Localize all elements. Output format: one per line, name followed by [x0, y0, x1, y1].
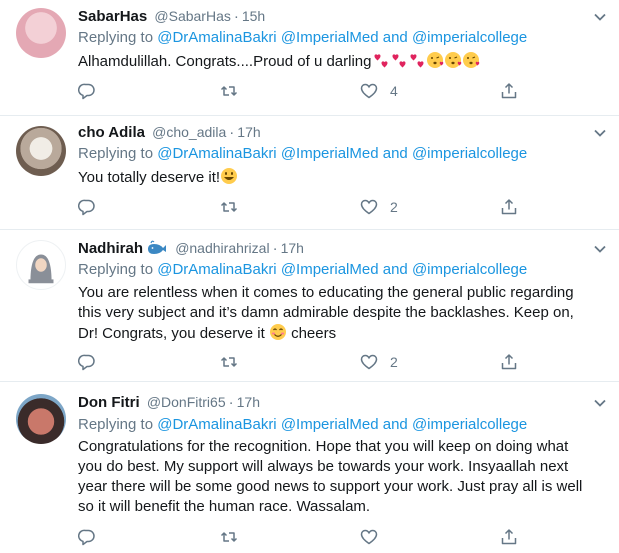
mention-link[interactable]: @ImperialMed: [281, 416, 379, 433]
avatar[interactable]: [16, 240, 66, 290]
reply-icon: [78, 83, 95, 100]
dot-separator: ·: [229, 124, 235, 141]
dot-separator: ·: [233, 8, 239, 25]
mention-link[interactable]: @DrAmalinaBakri: [157, 145, 276, 162]
grin-face-icon: [221, 168, 238, 184]
mention-link[interactable]: @imperialcollege: [412, 29, 527, 46]
two-hearts-icon: [391, 54, 406, 68]
mention-link[interactable]: @ImperialMed: [281, 29, 379, 46]
share-button[interactable]: [500, 81, 518, 101]
retweet-button[interactable]: [220, 527, 238, 547]
smile-face-icon: [269, 324, 286, 340]
tweet-text: Alhamdulillah. Congrats....Proud of u da…: [78, 51, 599, 72]
mention-link[interactable]: @DrAmalinaBakri: [157, 261, 276, 278]
user-handle[interactable]: @DonFitri65: [147, 394, 226, 410]
timestamp[interactable]: 17h: [281, 240, 304, 256]
reply-button[interactable]: [78, 81, 96, 101]
mention-link: and: [382, 416, 408, 433]
tweet-text: Congratulations for the recognition. Hop…: [78, 438, 583, 515]
dot-separator: ·: [272, 240, 278, 257]
chevron-down-icon[interactable]: [593, 242, 607, 256]
replying-to: Replying to @DrAmalinaBakri @ImperialMed…: [78, 145, 528, 162]
like-count: 2: [390, 354, 398, 370]
chevron-down-icon[interactable]: [593, 10, 607, 24]
share-button[interactable]: [500, 197, 518, 217]
tweet-item[interactable]: cho Adila @cho_adila · 17h Replying to @Dr…: [0, 116, 619, 230]
retweet-button[interactable]: [220, 352, 238, 372]
avatar[interactable]: [16, 126, 66, 176]
user-handle[interactable]: @nadhirahrizal: [175, 240, 269, 256]
replying-to: Replying to @DrAmalinaBakri @ImperialMed…: [78, 416, 528, 433]
like-button[interactable]: 2: [360, 352, 398, 372]
mention-link: and: [382, 145, 408, 162]
heart-icon: [360, 529, 378, 545]
timestamp[interactable]: 15h: [242, 8, 265, 24]
hijab-avatar-icon: [28, 254, 54, 284]
tweet-text: You totally deserve it!: [78, 167, 599, 188]
retweet-icon: [220, 532, 238, 542]
reply-icon: [78, 529, 95, 546]
kiss-face-icon: [426, 52, 443, 68]
heart-icon: [360, 199, 378, 215]
mention-link[interactable]: @ImperialMed: [281, 261, 379, 278]
avatar[interactable]: [16, 8, 66, 58]
avatar[interactable]: [16, 394, 66, 444]
dot-separator: ·: [228, 394, 234, 411]
reply-button[interactable]: [78, 197, 96, 217]
display-name[interactable]: cho Adila: [78, 124, 145, 141]
mention-link[interactable]: @imperialcollege: [412, 261, 527, 278]
retweet-button[interactable]: [220, 81, 238, 101]
share-button[interactable]: [500, 352, 518, 372]
reply-button[interactable]: [78, 527, 96, 547]
replying-to: Replying to @DrAmalinaBakri @ImperialMed…: [78, 29, 528, 46]
tweet-text: You are relentless when it comes to educ…: [78, 284, 574, 342]
display-name[interactable]: SabarHas: [78, 8, 147, 25]
heart-icon: [360, 83, 378, 99]
display-name[interactable]: Nadhirah: [78, 240, 143, 257]
heart-icon: [360, 354, 378, 370]
kiss-face-icon: [444, 52, 461, 68]
mention-link[interactable]: @DrAmalinaBakri: [157, 416, 276, 433]
share-icon: [501, 354, 517, 370]
tweet-item[interactable]: Don Fitri @DonFitri65 · 17h Replying to @D…: [0, 382, 619, 553]
tweet-item[interactable]: Nadhirah @nadhirahrizal · 17h Replying to …: [0, 230, 619, 382]
mention-link: and: [382, 29, 408, 46]
share-icon: [501, 199, 517, 215]
mention-link[interactable]: @DrAmalinaBakri: [157, 29, 276, 46]
kiss-face-icon: [462, 52, 479, 68]
share-icon: [501, 529, 517, 545]
reply-button[interactable]: [78, 352, 96, 372]
reply-icon: [78, 199, 95, 216]
mention-link[interactable]: @imperialcollege: [412, 145, 527, 162]
like-button[interactable]: 2: [360, 197, 398, 217]
mention-link: and: [382, 261, 408, 278]
share-button[interactable]: [500, 527, 518, 547]
mention-link[interactable]: @imperialcollege: [412, 416, 527, 433]
retweet-icon: [220, 86, 238, 96]
tweet-item[interactable]: SabarHas @SabarHas · 15h Replying to @DrAm…: [0, 0, 619, 116]
retweet-button[interactable]: [220, 197, 238, 217]
reply-icon: [78, 354, 95, 371]
like-button[interactable]: 4: [360, 81, 398, 101]
mention-link[interactable]: @ImperialMed: [281, 145, 379, 162]
timestamp[interactable]: 17h: [237, 124, 260, 140]
like-count: 2: [390, 199, 398, 215]
timestamp[interactable]: 17h: [237, 394, 260, 410]
retweet-icon: [220, 357, 238, 367]
display-name[interactable]: Don Fitri: [78, 394, 140, 411]
replying-to: Replying to @DrAmalinaBakri @ImperialMed…: [78, 261, 528, 278]
chevron-down-icon[interactable]: [593, 126, 607, 140]
share-icon: [501, 83, 517, 99]
like-count: 4: [390, 83, 398, 99]
user-handle[interactable]: @SabarHas: [154, 8, 230, 24]
like-button[interactable]: [360, 527, 378, 547]
two-hearts-icon: [409, 54, 424, 68]
whale-icon: [148, 240, 167, 254]
chevron-down-icon[interactable]: [593, 396, 607, 410]
two-hearts-icon: [373, 54, 388, 68]
retweet-icon: [220, 202, 238, 212]
user-handle[interactable]: @cho_adila: [152, 124, 226, 140]
